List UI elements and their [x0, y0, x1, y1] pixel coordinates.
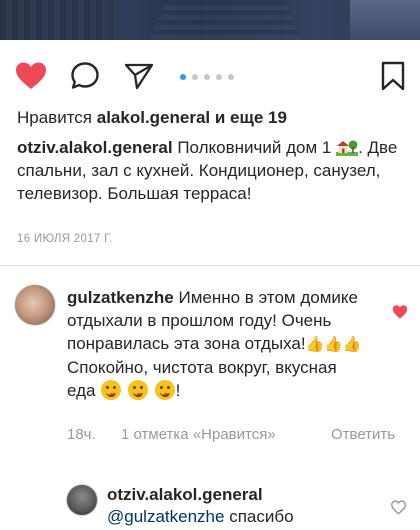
comment-likes-count[interactable]: 1 отметка «Нравится» — [121, 426, 331, 443]
comment-time: 18ч. — [67, 426, 96, 443]
yum-face-icon — [101, 380, 122, 400]
reply-username[interactable]: otziv.alakol.general — [107, 485, 263, 504]
comment-text-part3: ! — [175, 381, 181, 400]
comment-like-heart-icon[interactable] — [392, 304, 408, 320]
share-button[interactable] — [121, 58, 157, 94]
comment-meta: 18ч. 1 отметка «Нравится» Ответить — [67, 426, 395, 443]
caption-text-part1: Полковничий дом 1 — [177, 138, 332, 157]
carousel-dot — [216, 74, 222, 80]
carousel-indicator — [180, 74, 234, 80]
carousel-dot-active — [180, 74, 186, 80]
like-button[interactable] — [13, 58, 49, 94]
bookmark-icon — [381, 61, 405, 91]
avatar[interactable] — [14, 284, 56, 326]
caption-username[interactable]: otziv.alakol.general — [17, 138, 173, 157]
yum-face-icon — [127, 380, 148, 400]
post-photo[interactable] — [0, 0, 420, 40]
save-button[interactable] — [375, 58, 411, 94]
reply-text-body: спасибо — [229, 507, 294, 526]
likes-summary[interactable]: Нравится alakol.general и еще 19 — [17, 108, 287, 128]
carousel-dot — [228, 74, 234, 80]
heart-filled-icon — [16, 62, 46, 89]
yum-face-icon — [154, 380, 175, 400]
likes-prefix: Нравится — [17, 108, 93, 127]
reply-button[interactable]: Ответить — [331, 426, 395, 443]
comment-text: gulzatkenzhe Именно в этом домике отдыха… — [67, 286, 367, 402]
reply-text: otziv.alakol.general @gulzatkenzhe спаси… — [107, 484, 357, 528]
photo-wall-area — [0, 0, 120, 40]
paper-plane-icon — [124, 63, 154, 90]
comment-username[interactable]: gulzatkenzhe — [67, 288, 174, 307]
reply-mention-link[interactable]: @gulzatkenzhe — [107, 507, 224, 526]
photo-sky-area — [350, 0, 420, 40]
likes-suffix[interactable]: и еще 19 — [215, 108, 287, 127]
reply-like-heart-icon[interactable] — [391, 500, 406, 515]
post-action-bar — [0, 58, 420, 94]
post-date: 16 ИЮЛЯ 2017 Г. — [17, 233, 113, 245]
divider — [0, 265, 420, 266]
likes-user-link[interactable]: alakol.general — [97, 108, 210, 127]
carousel-dot — [192, 74, 198, 80]
thumbs-up-icon: 👍👍👍 — [305, 336, 362, 353]
photo-building — [150, 0, 300, 40]
post-caption: otziv.alakol.general Полковничий дом 1 .… — [17, 136, 412, 205]
avatar[interactable] — [66, 484, 98, 516]
comment-button[interactable] — [67, 58, 103, 94]
house-with-garden-icon — [336, 140, 359, 156]
speech-bubble-icon — [71, 62, 99, 89]
carousel-dot — [204, 74, 210, 80]
